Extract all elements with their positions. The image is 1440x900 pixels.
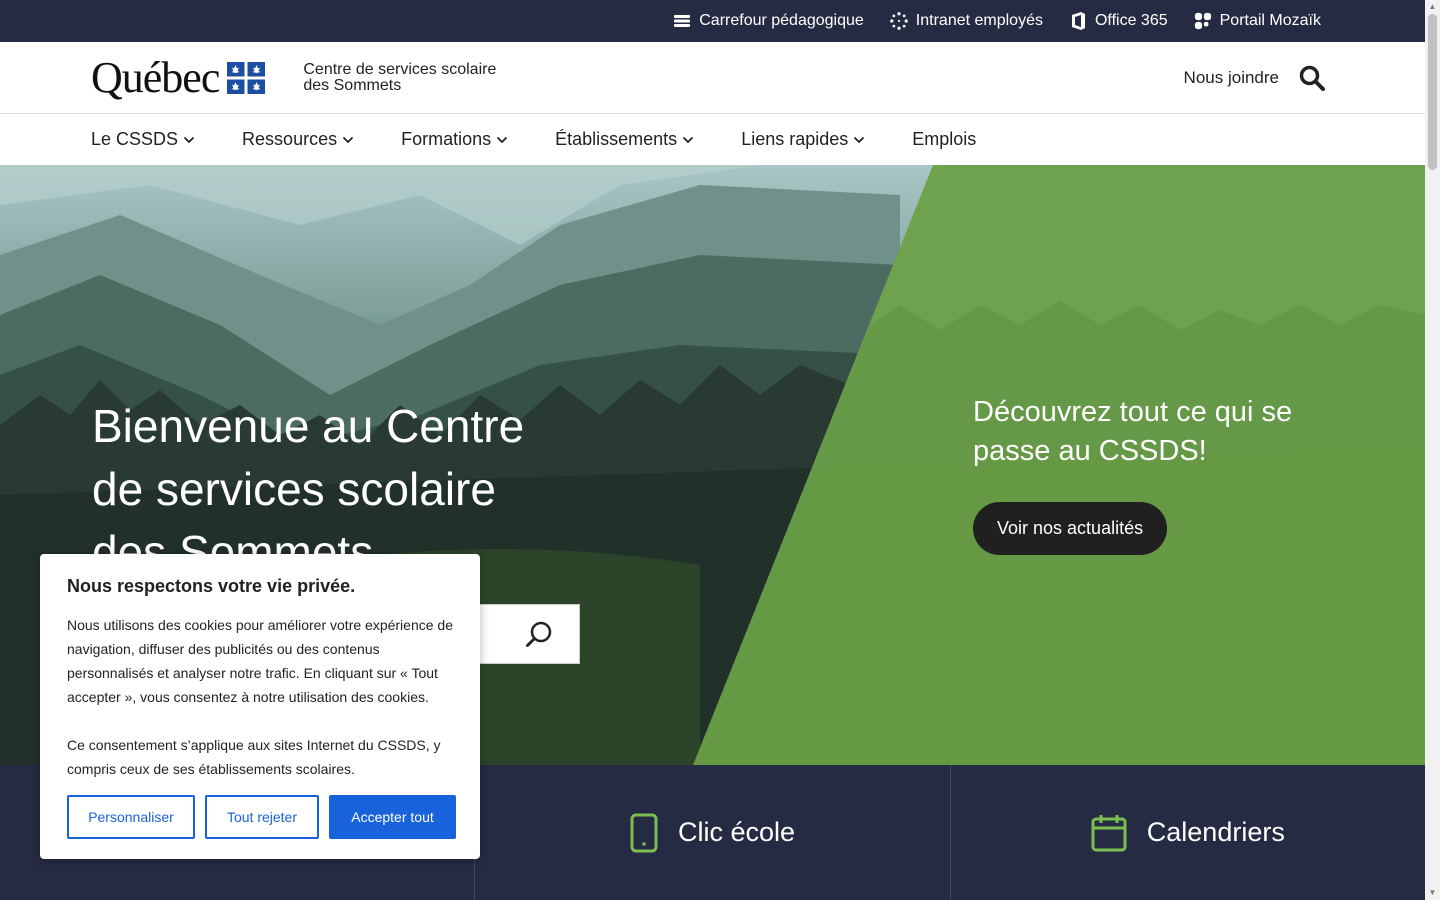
news-button[interactable]: Voir nos actualités [973, 502, 1168, 555]
chevron-down-icon [683, 136, 694, 143]
search-icon [526, 621, 552, 647]
chevron-down-icon [342, 136, 354, 143]
nav-item-label: Établissements [555, 129, 678, 149]
topbar-link-office365[interactable]: Office 365 [1069, 12, 1168, 30]
contact-link[interactable]: Nous joindre [1184, 68, 1279, 88]
page-scrollbar[interactable]: ▲ ▼ [1425, 0, 1440, 900]
nav-item-cssds[interactable]: Le CSSDS [91, 129, 195, 150]
topbar-link-carrefour[interactable]: Carrefour pédagogique [673, 12, 864, 30]
reject-all-button[interactable]: Tout rejeter [205, 795, 319, 839]
logo-wordmark: Québec [91, 53, 220, 102]
page: Carrefour pédagogique Intranet employés … [0, 0, 1425, 900]
cookie-paragraph: Ce consentement s’applique aux sites Int… [67, 737, 441, 777]
book-icon [673, 12, 691, 30]
scrollbar-thumb[interactable] [1428, 14, 1437, 170]
nav-item-emplois[interactable]: Emplois [912, 129, 976, 150]
quick-link-clic-ecole[interactable]: Clic école [475, 765, 951, 900]
chevron-down-icon [496, 136, 508, 143]
nav-item-label: Le CSSDS [91, 129, 179, 149]
accept-all-button[interactable]: Accepter tout [329, 795, 456, 839]
nav-item-liens-rapides[interactable]: Liens rapides [741, 129, 865, 150]
topbar-link-label: Intranet employés [915, 12, 1043, 29]
quebec-logo[interactable]: Québec [91, 52, 266, 103]
quick-link-label: Clic école [677, 817, 796, 847]
site-header: Québec Centre de services scolaire des S… [0, 42, 1425, 114]
tablet-icon [630, 813, 658, 853]
nav-item-label: Liens rapides [741, 129, 849, 149]
cookie-description: Nous utilisons des cookies pour améliore… [67, 613, 453, 781]
nav-item-label: Formations [401, 129, 492, 149]
cookie-paragraph: Nous utilisons des cookies pour améliore… [67, 617, 453, 705]
topbar-link-label: Portail Mozaïk [1219, 12, 1321, 29]
puzzle-icon [1194, 12, 1212, 30]
org-name: Centre de services scolaire des Sommets [303, 60, 497, 94]
search-icon[interactable] [1299, 65, 1325, 91]
network-icon [889, 12, 908, 30]
scroll-up-arrow-icon[interactable]: ▲ [1428, 2, 1437, 12]
chevron-down-icon [183, 136, 195, 143]
promo-text: Découvrez tout ce qui se passe au CSSDS! [973, 396, 1293, 467]
cookie-title: Nous respectons votre vie privée. [67, 576, 356, 596]
customize-button[interactable]: Personnaliser [67, 795, 195, 839]
scroll-down-arrow-icon[interactable]: ▼ [1428, 888, 1437, 898]
calendar-icon [1091, 814, 1127, 852]
cookie-consent-dialog: Nous respectons votre vie privée. Nous u… [40, 554, 480, 859]
nav-item-label: Emplois [912, 129, 977, 149]
fleurdelise-flag-icon [227, 61, 266, 94]
nav-item-etablissements[interactable]: Établissements [555, 129, 694, 150]
main-nav: Le CSSDS Ressources Formations Établisse… [0, 114, 1425, 165]
header-actions: Nous joindre [1184, 65, 1325, 91]
quick-link-label: Calendriers [1146, 817, 1285, 847]
nav-item-label: Ressources [242, 129, 338, 149]
chevron-down-icon [854, 136, 865, 143]
topbar-link-label: Office 365 [1094, 12, 1168, 29]
topbar-link-mozaik[interactable]: Portail Mozaïk [1194, 12, 1321, 30]
office-icon [1069, 12, 1087, 30]
nav-item-formations[interactable]: Formations [401, 129, 508, 150]
nav-item-ressources[interactable]: Ressources [242, 129, 354, 150]
topbar-link-label: Carrefour pédagogique [699, 12, 864, 29]
quick-link-calendriers[interactable]: Calendriers [951, 765, 1425, 900]
utility-bar: Carrefour pédagogique Intranet employés … [0, 0, 1425, 42]
cookie-buttons: Personnaliser Tout rejeter Accepter tout [67, 795, 456, 839]
topbar-link-intranet[interactable]: Intranet employés [889, 12, 1043, 30]
